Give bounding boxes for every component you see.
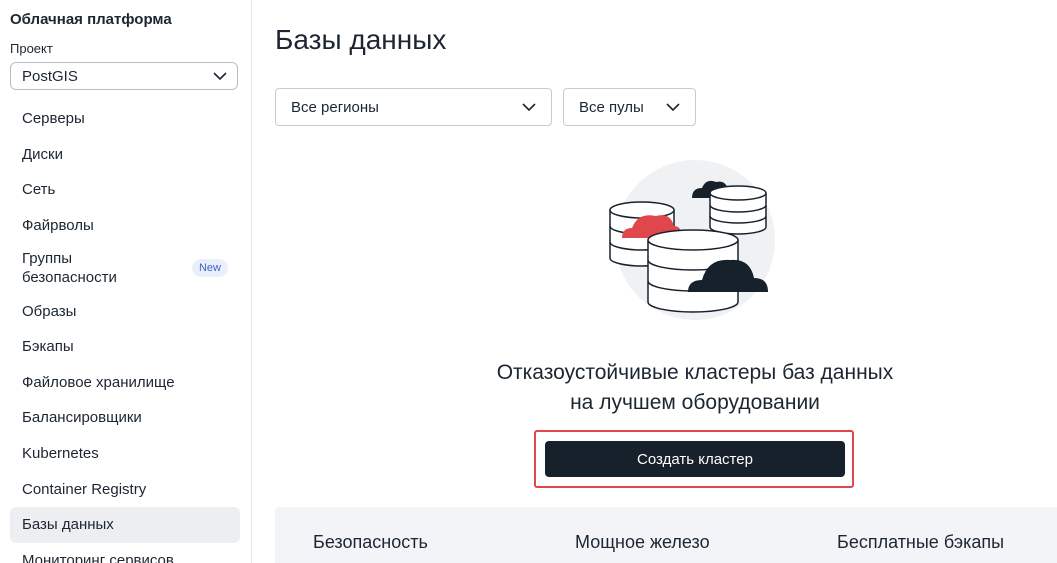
brand-title: Облачная платформа xyxy=(10,11,172,28)
sidebar-item-file-storage[interactable]: Файловое хранилище xyxy=(10,365,240,401)
sidebar-item-servers[interactable]: Серверы xyxy=(10,101,240,137)
chevron-down-icon xyxy=(522,102,536,111)
empty-state-text: Отказоустойчивые кластеры баз данных на … xyxy=(470,358,920,418)
sidebar-item-label: Образы xyxy=(22,302,77,320)
pool-filter-value: Все пулы xyxy=(579,98,644,116)
sidebar-item-label: Kubernetes xyxy=(22,445,99,463)
sidebar-item-service-monitoring[interactable]: Мониторинг сервисов xyxy=(10,543,240,563)
feature-backups: Бесплатные бэкапы xyxy=(837,532,1005,552)
sidebar-item-label: Балансировщики xyxy=(22,409,142,427)
sidebar-item-label: Файловое хранилище xyxy=(22,373,175,391)
page-title: Базы данных xyxy=(275,24,447,55)
sidebar-item-backups[interactable]: Бэкапы xyxy=(10,329,240,365)
sidebar-item-databases[interactable]: Базы данных xyxy=(10,506,240,543)
sidebar-item-images[interactable]: Образы xyxy=(10,293,240,329)
sidebar-item-container-registry[interactable]: Container Registry xyxy=(10,471,240,507)
region-filter-value: Все регионы xyxy=(291,98,379,116)
sidebar-item-label: Мониторинг сервисов xyxy=(22,551,174,563)
sidebar-item-security-groups[interactable]: Группы безопасности New xyxy=(10,243,240,293)
sidebar-nav: Серверы Диски Сеть Файрволы Группы безоп… xyxy=(10,101,240,563)
sidebar-item-label: Группы безопасности xyxy=(22,250,117,287)
sidebar-item-firewalls[interactable]: Файрволы xyxy=(10,208,240,244)
sidebar-item-balancers[interactable]: Балансировщики xyxy=(10,400,240,436)
sidebar-item-kubernetes[interactable]: Kubernetes xyxy=(10,436,240,472)
sidebar-item-network[interactable]: Сеть xyxy=(10,172,240,208)
project-label: Проект xyxy=(10,41,53,56)
sidebar-item-disks[interactable]: Диски xyxy=(10,137,240,173)
features-panel: Безопасность Мощное железо Бесплатные бэ… xyxy=(275,507,1057,563)
project-select-value: PostGIS xyxy=(22,67,78,85)
chevron-down-icon xyxy=(213,71,227,80)
sidebar-item-label: Сеть xyxy=(22,181,56,199)
sidebar-item-label: Бэкапы xyxy=(22,338,74,356)
region-filter-select[interactable]: Все регионы xyxy=(275,88,552,126)
create-cluster-button[interactable]: Создать кластер xyxy=(545,441,845,477)
sidebar: Облачная платформа Проект PostGIS Сервер… xyxy=(0,0,252,563)
database-illustration xyxy=(609,160,775,320)
sidebar-item-label: Container Registry xyxy=(22,480,147,498)
pool-filter-select[interactable]: Все пулы xyxy=(563,88,696,126)
chevron-down-icon xyxy=(666,102,680,111)
empty-state-line-1: Отказоустойчивые кластеры баз данных xyxy=(496,361,894,384)
sidebar-item-label: Серверы xyxy=(22,110,85,128)
sidebar-item-label: Файрволы xyxy=(22,217,94,235)
empty-state-line-2: на лучшем оборудовании xyxy=(570,391,820,414)
feature-security: Безопасность xyxy=(313,532,428,552)
feature-hardware: Мощное железо xyxy=(575,532,710,552)
sidebar-item-label: Диски xyxy=(22,145,63,163)
sidebar-item-label: Базы данных xyxy=(22,516,114,534)
project-select[interactable]: PostGIS xyxy=(10,62,238,90)
new-badge: New xyxy=(191,259,228,278)
